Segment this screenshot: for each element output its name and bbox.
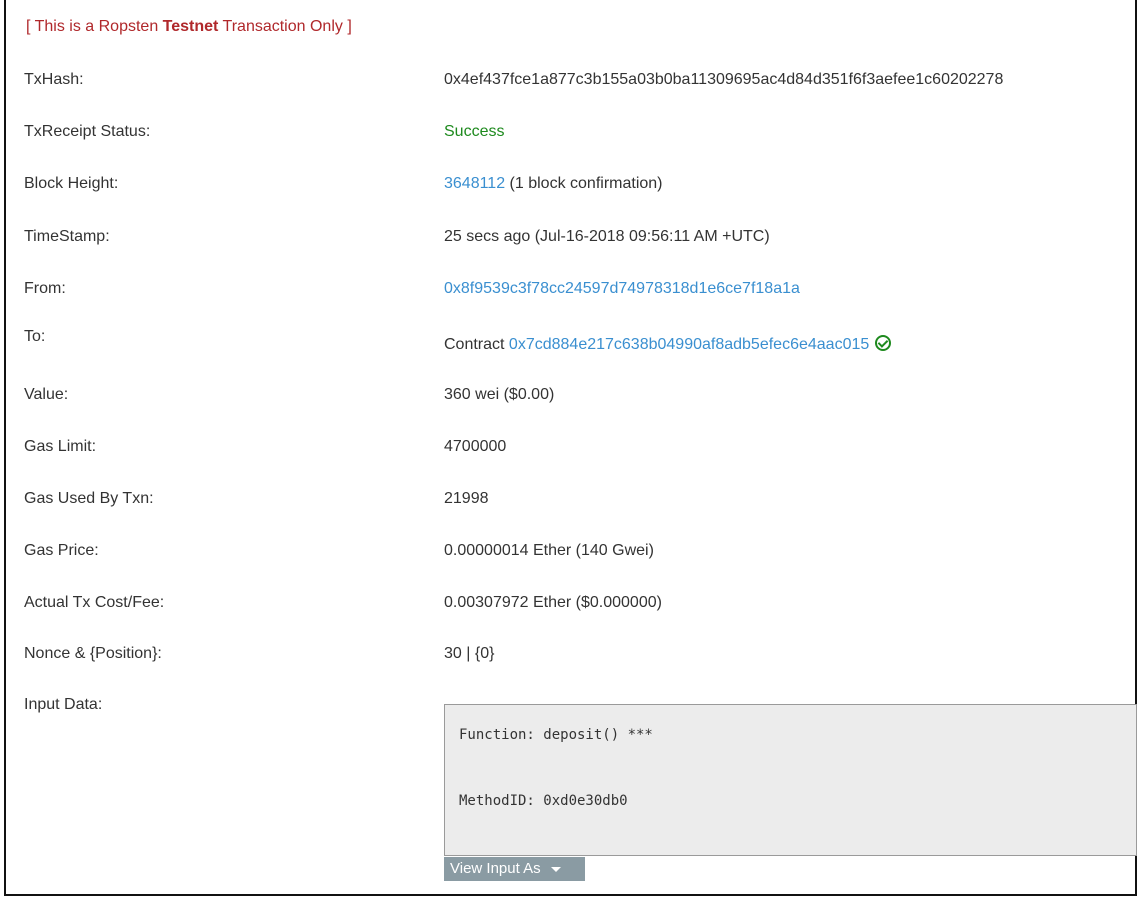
timestamp-label: TimeStamp: [24,228,110,245]
method-id-line: MethodID: 0xd0e30db0 [459,793,628,809]
row-value: Value: 360 wei ($0.00) [0,386,1141,410]
contract-address-link[interactable]: 0x7cd884e217c638b04990af8adb5efec6e4aac0… [509,336,869,353]
row-from: From: 0x8f9539c3f78cc24597d74978318d1e6c… [0,280,1141,304]
value-amount: 360 wei ($0.00) [444,386,555,403]
from-address-link[interactable]: 0x8f9539c3f78cc24597d74978318d1e6ce7f18a… [444,280,800,298]
status-value: Success [444,123,505,140]
from-label: From: [24,280,66,297]
row-status: TxReceipt Status: Success [0,123,1141,147]
row-nonce: Nonce & {Position}: 30 | {0} [0,645,1141,669]
input-data-box[interactable]: Function: deposit() *** MethodID: 0xd0e3… [444,704,1137,856]
row-gas-price: Gas Price: 0.00000014 Ether (140 Gwei) [0,542,1141,566]
row-block-height: Block Height: 3648112 (1 block confirmat… [0,175,1141,199]
txhash-value: 0x4ef437fce1a877c3b155a03b0ba11309695ac4… [444,71,1004,88]
gas-price-value: 0.00000014 Ether (140 Gwei) [444,542,654,559]
to-label: To: [24,328,46,345]
row-gas-limit: Gas Limit: 4700000 [0,438,1141,462]
testnet-notice: [ This is a Ropsten Testnet Transaction … [26,18,352,35]
row-to: To: Contract 0x7cd884e217c638b04990af8ad… [0,328,1141,355]
to-value: Contract 0x7cd884e217c638b04990af8adb5ef… [444,335,892,354]
fee-value: 0.00307972 Ether ($0.000000) [444,594,662,611]
block-label: Block Height: [24,175,119,192]
contract-prefix: Contract [444,336,509,353]
verified-check-icon [875,335,892,351]
fee-label: Actual Tx Cost/Fee: [24,594,165,611]
input-data-label: Input Data: [24,696,103,713]
row-fee: Actual Tx Cost/Fee: 0.00307972 Ether ($0… [0,594,1141,618]
gas-limit-value: 4700000 [444,438,507,455]
status-label: TxReceipt Status: [24,123,151,140]
function-line: Function: deposit() *** [459,727,653,743]
timestamp-value: 25 secs ago (Jul-16-2018 09:56:11 AM +UT… [444,228,770,245]
gas-used-label: Gas Used By Txn: [24,490,154,507]
gas-price-label: Gas Price: [24,542,99,559]
block-confirmations: (1 block confirmation) [505,175,663,192]
nonce-value: 30 | {0} [444,645,495,662]
gas-limit-label: Gas Limit: [24,438,97,455]
txhash-label: TxHash: [24,71,84,88]
view-input-as-button[interactable]: View Input As [444,857,585,881]
block-number-link[interactable]: 3648112 [444,175,505,192]
caret-down-icon [550,866,561,872]
row-txhash: TxHash: 0x4ef437fce1a877c3b155a03b0ba113… [0,71,1141,95]
row-gas-used: Gas Used By Txn: 21998 [0,490,1141,514]
block-value: 3648112 (1 block confirmation) [444,175,663,193]
value-label: Value: [24,386,69,403]
nonce-label: Nonce & {Position}: [24,645,162,662]
gas-used-value: 21998 [444,490,489,507]
row-timestamp: TimeStamp: 25 secs ago (Jul-16-2018 09:5… [0,228,1141,252]
